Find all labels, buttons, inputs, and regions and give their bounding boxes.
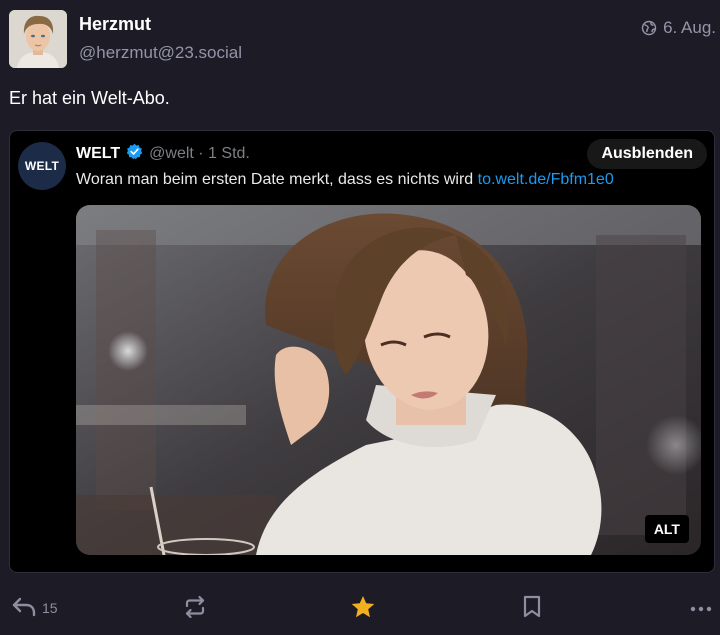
globe-icon — [641, 20, 657, 36]
embed-link[interactable]: to.welt.de/Fbfm1e0 — [478, 171, 614, 188]
reply-count: 15 — [42, 600, 58, 616]
embed-header: WELT @welt · 1 Std. — [76, 143, 250, 165]
embed-meta: @welt · 1 Std. — [149, 145, 250, 162]
post-timestamp[interactable]: 6. Aug. — [641, 18, 716, 38]
verified-icon — [126, 143, 143, 165]
author-handle[interactable]: @herzmut@23.social — [79, 43, 242, 63]
boost-button[interactable] — [183, 590, 207, 626]
hide-button[interactable]: Ausblenden — [587, 139, 707, 169]
more-icon — [690, 600, 712, 616]
bookmark-button[interactable] — [522, 590, 542, 626]
embed-author-name[interactable]: WELT — [76, 145, 120, 163]
post-text: Er hat ein Welt-Abo. — [9, 88, 170, 108]
timestamp-text: 6. Aug. — [663, 18, 716, 37]
welt-logo[interactable]: WELT — [18, 142, 66, 190]
media-image[interactable]: ALT — [76, 205, 701, 555]
boost-icon — [183, 595, 207, 621]
star-icon — [350, 595, 376, 622]
embed-text-body: Woran man beim ersten Date merkt, dass e… — [76, 171, 478, 188]
bookmark-icon — [522, 595, 542, 622]
embedded-post-card[interactable]: WELT WELT @welt · 1 Std. Ausblenden Wora… — [9, 130, 715, 573]
favourite-button[interactable] — [350, 590, 376, 626]
reply-button[interactable]: 15 — [12, 590, 58, 626]
welt-logo-text: WELT — [24, 159, 60, 173]
action-bar: 15 — [0, 590, 720, 626]
alt-badge[interactable]: ALT — [644, 515, 689, 543]
avatar[interactable] — [9, 10, 67, 68]
reply-icon — [12, 596, 36, 621]
more-button[interactable] — [690, 590, 712, 626]
author-name[interactable]: Herzmut — [79, 14, 151, 35]
embed-text: Woran man beim ersten Date merkt, dass e… — [76, 171, 614, 189]
